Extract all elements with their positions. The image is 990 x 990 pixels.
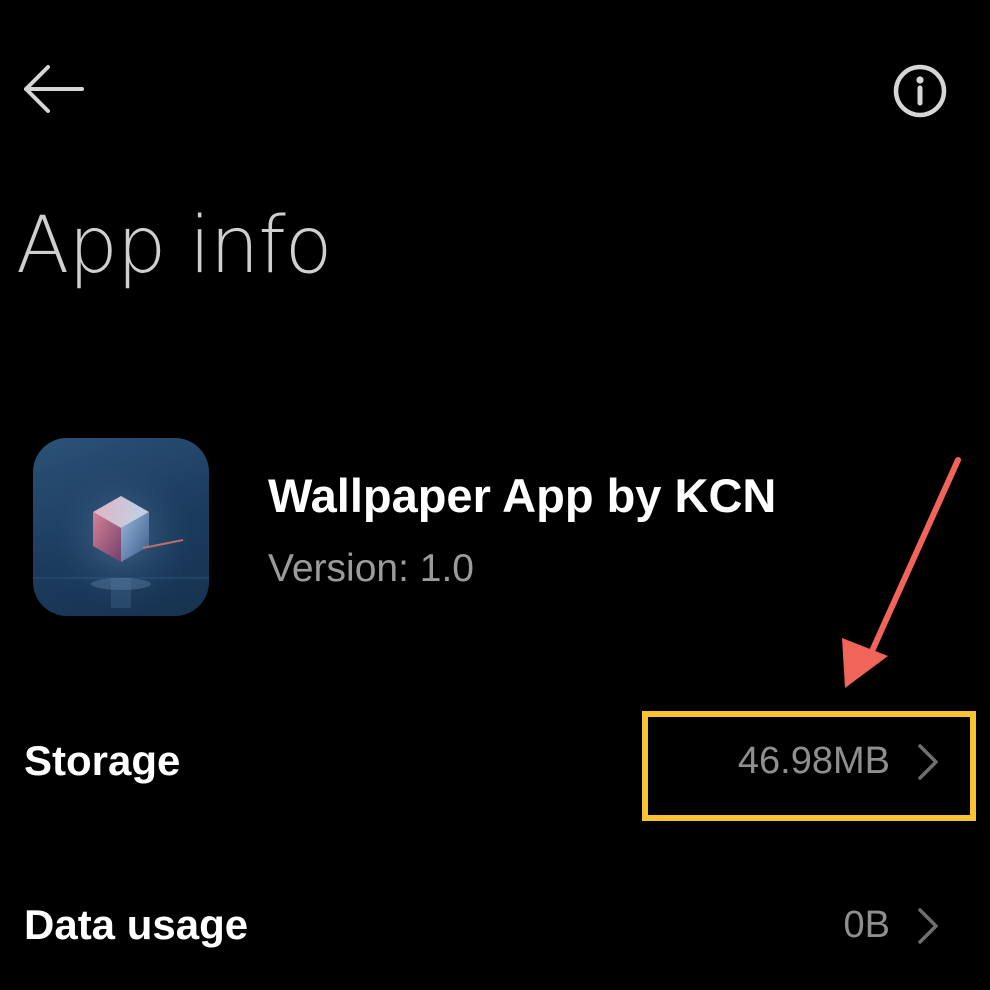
storage-value: 46.98MB <box>737 740 890 782</box>
app-name: Wallpaper App by KCN <box>268 469 777 522</box>
chevron-right-icon <box>918 744 938 780</box>
back-button[interactable] <box>18 62 88 116</box>
storage-row[interactable]: Storage 46.98MB <box>0 706 990 816</box>
storage-label: Storage <box>24 737 181 784</box>
data-usage-value: 0B <box>843 904 890 946</box>
app-icon <box>33 438 209 616</box>
info-button[interactable] <box>890 63 950 119</box>
page-title: App info <box>16 201 332 291</box>
data-usage-label: Data usage <box>24 901 249 948</box>
app-version: Version: 1.0 <box>268 547 474 590</box>
chevron-right-icon <box>918 908 938 944</box>
data-usage-row[interactable]: Data usage 0B <box>0 870 990 980</box>
arrow-left-icon <box>24 65 84 113</box>
info-circle-icon <box>893 64 947 118</box>
